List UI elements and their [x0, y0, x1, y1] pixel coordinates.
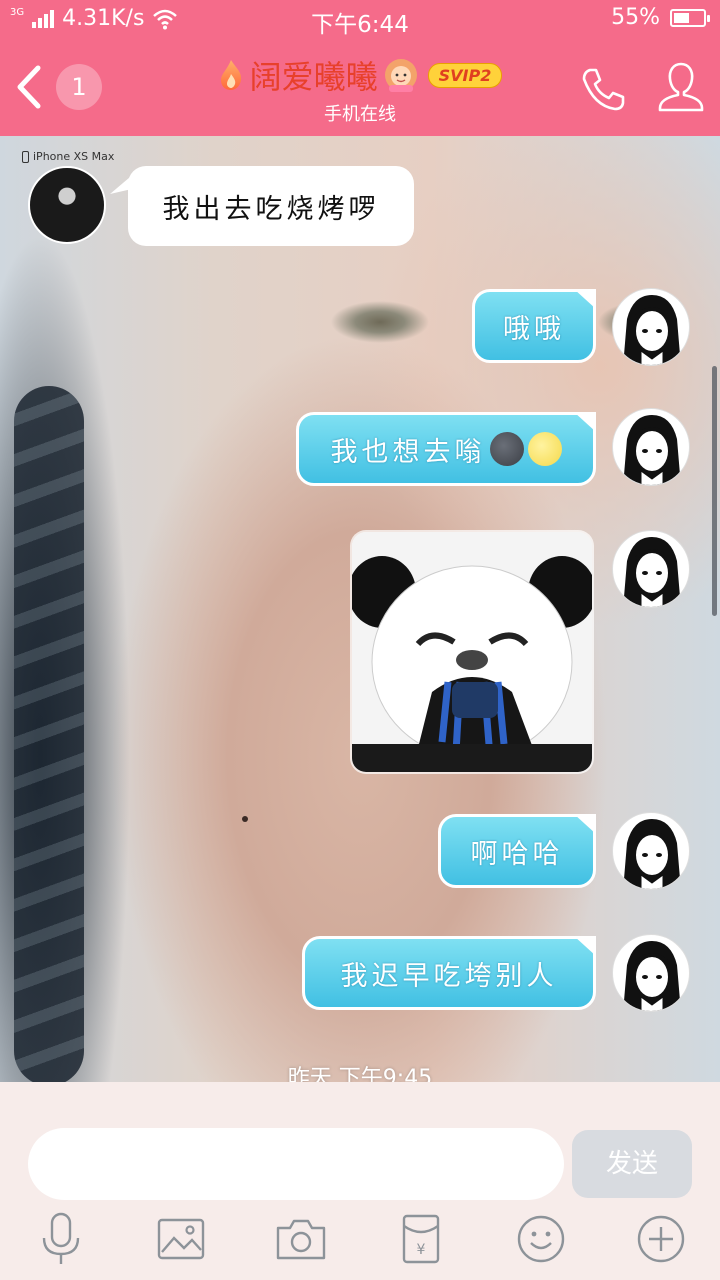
message-bubble-outgoing[interactable]: 我迟早吃垮别人: [302, 936, 596, 1010]
send-button[interactable]: 发送: [572, 1130, 692, 1198]
background-detail: [242, 816, 248, 822]
my-avatar[interactable]: [612, 288, 690, 366]
status-right: 55%: [611, 5, 710, 30]
chat-header: 1 阔爱曦曦 SVIP2 手机在线: [0, 38, 720, 136]
my-avatar[interactable]: [612, 934, 690, 1012]
flame-icon: [220, 60, 241, 90]
anime-girl-avatar-icon: [623, 537, 681, 607]
vip-badge: SVIP2: [427, 62, 503, 88]
message-input[interactable]: [28, 1128, 564, 1200]
background-braid: [14, 386, 84, 1082]
message-timestamp: 昨天 下午9:45: [287, 1066, 433, 1082]
contact-name: 阔爱曦曦: [249, 58, 378, 96]
device-tag: iPhone XS Max: [22, 150, 114, 163]
scrollbar[interactable]: [712, 366, 717, 616]
red-packet-icon[interactable]: ¥: [394, 1212, 448, 1266]
message-bubble-incoming[interactable]: 我出去吃烧烤啰: [128, 166, 414, 246]
plus-icon[interactable]: [634, 1212, 688, 1266]
new-moon-face-icon: [489, 432, 524, 466]
bubble-tail: [574, 412, 596, 432]
message-text: 我也想去嗡: [330, 436, 486, 468]
status-bar: 3G 4.31K/s 下午6:44 55%: [0, 0, 720, 38]
anime-girl-avatar-icon: [623, 819, 681, 889]
message-text: 我迟早吃垮别人: [340, 960, 558, 992]
anime-girl-avatar-icon: [623, 941, 681, 1011]
message-bubble-outgoing[interactable]: 我也想去嗡: [296, 412, 596, 486]
message-text: 啊哈哈: [470, 838, 564, 870]
phone-icon[interactable]: [578, 64, 628, 114]
bubble-tail: [110, 172, 136, 194]
my-avatar[interactable]: [612, 812, 690, 890]
anime-girl-avatar-icon: [623, 295, 681, 365]
camera-icon[interactable]: [274, 1212, 328, 1266]
message-bubble-outgoing[interactable]: 啊哈哈: [438, 814, 596, 888]
microphone-icon[interactable]: [34, 1212, 88, 1266]
full-moon-face-icon: [527, 432, 562, 466]
bubble-tail: [574, 936, 596, 956]
battery-icon: [670, 8, 710, 27]
input-bar: 发送 ¥: [0, 1082, 720, 1280]
phone-model-icon: [22, 150, 29, 163]
image-icon[interactable]: [154, 1212, 208, 1266]
crying-panda-sticker[interactable]: [352, 532, 592, 772]
emoji-icon[interactable]: [514, 1212, 568, 1266]
my-avatar[interactable]: [612, 408, 690, 486]
girl-emoji-icon: [384, 59, 417, 92]
battery-fill: [674, 12, 689, 23]
panda-sticker-image: [352, 532, 592, 772]
bubble-tail: [574, 289, 596, 309]
contact-avatar[interactable]: [28, 166, 106, 244]
chat-area[interactable]: iPhone XS Max 我出去吃烧烤啰 哦哦 我也想去嗡 啊哈哈 我迟早吃垮…: [0, 136, 720, 1082]
message-text: 我出去吃烧烤啰: [162, 193, 380, 225]
battery-percent: 55%: [611, 5, 660, 30]
profile-icon[interactable]: [656, 60, 706, 114]
device-label: iPhone XS Max: [33, 150, 115, 163]
bubble-tail: [574, 814, 596, 834]
my-avatar[interactable]: [612, 530, 690, 608]
svg-text:¥: ¥: [417, 1242, 426, 1258]
message-text: 哦哦: [503, 313, 565, 345]
anime-girl-avatar-icon: [623, 415, 681, 485]
